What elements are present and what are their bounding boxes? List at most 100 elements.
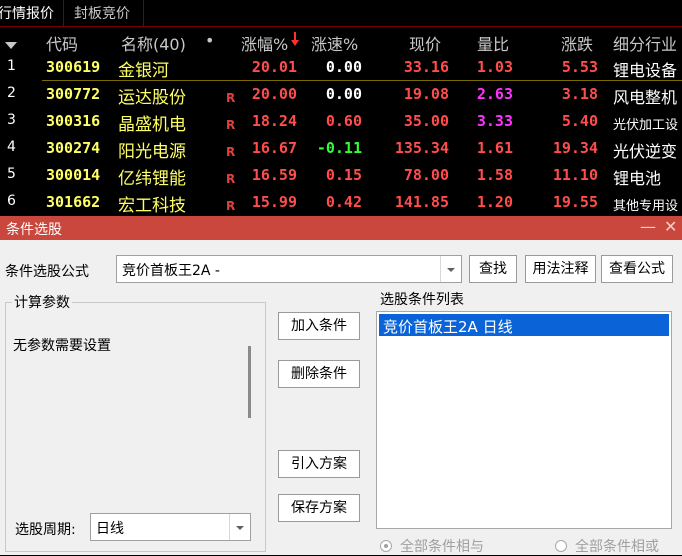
radio-on-icon[interactable] [380, 540, 392, 552]
formula-select[interactable]: 竞价首板王2A - [116, 255, 462, 283]
quote-panel: 行情报价 封板竞价 代码 名称(40) • 涨幅% 涨速% 现价 量比 涨跌 细… [0, 0, 682, 216]
radio-off-icon[interactable] [555, 540, 567, 552]
row-index: 6 [7, 193, 16, 209]
tab-divider [63, 0, 64, 26]
find-button[interactable]: 查找 [469, 255, 517, 283]
industry: 锂电设备 [613, 61, 678, 80]
tab-sealed-auction[interactable]: 封板竞价 [74, 0, 130, 26]
speed-pct: 0.00 [325, 85, 362, 103]
speed-pct: 0.60 [325, 112, 362, 130]
tab-divider [143, 0, 144, 26]
tab-bar: 行情报价 封板竞价 [0, 0, 682, 27]
params-message: 无参数需要设置 [13, 338, 111, 354]
stock-code: 301662 [46, 193, 101, 211]
speed-pct: 0.15 [325, 166, 362, 184]
table-header: 代码 名称(40) • 涨幅% 涨速% 现价 量比 涨跌 细分行业 [0, 27, 682, 55]
change: 5.53 [561, 58, 598, 76]
view-formula-button[interactable]: 查看公式 [601, 255, 673, 283]
speed-pct: -0.11 [316, 139, 362, 157]
delete-condition-button[interactable]: 删除条件 [278, 360, 360, 388]
change-pct: 20.00 [251, 85, 297, 103]
table-row[interactable]: 2 300772 运达股份 R 20.00 0.00 19.08 2.63 3.… [0, 81, 682, 108]
table-row[interactable]: 3 300316 晶盛机电 R 18.24 0.60 35.00 3.33 5.… [0, 108, 682, 135]
col-volume-ratio[interactable]: 量比 [477, 31, 509, 55]
industry: 锂电池 [613, 169, 662, 188]
volume-ratio: 2.63 [476, 85, 513, 103]
change: 3.18 [561, 85, 598, 103]
volume-ratio: 1.20 [476, 193, 513, 211]
import-scheme-button[interactable]: 引入方案 [278, 450, 360, 478]
col-speed[interactable]: 涨速% [311, 31, 358, 55]
row-index: 2 [7, 85, 16, 101]
col-dot: • [205, 31, 215, 50]
stock-code: 300274 [46, 139, 101, 157]
price: 33.16 [403, 58, 449, 76]
add-condition-button[interactable]: 加入条件 [278, 312, 360, 340]
margin-flag: R [226, 172, 236, 186]
industry: 风电整机 [613, 88, 678, 107]
stock-code: 300619 [46, 58, 101, 76]
usage-notes-button[interactable]: 用法注释 [525, 255, 596, 283]
tab-quotes[interactable]: 行情报价 [0, 0, 54, 26]
menu-triangle-icon[interactable] [5, 35, 17, 54]
change: 19.55 [552, 193, 598, 211]
col-change-pct[interactable]: 涨幅% [241, 31, 288, 55]
condition-list-title: 选股条件列表 [380, 292, 464, 308]
col-industry[interactable]: 细分行业 [613, 31, 677, 55]
list-item-label: 竞价首板王2A 日线 [383, 318, 513, 336]
formula-value: 竞价首板王2A - [122, 263, 220, 279]
stock-code: 300772 [46, 85, 101, 103]
row-index: 5 [7, 166, 16, 182]
col-price[interactable]: 现价 [409, 31, 441, 55]
table-row[interactable]: 5 300014 亿纬锂能 R 16.59 0.15 78.00 1.58 11… [0, 162, 682, 189]
change: 5.40 [561, 112, 598, 130]
radio-or[interactable]: 全部条件相或 [555, 536, 675, 555]
change-pct: 18.24 [251, 112, 297, 130]
margin-flag: R [226, 145, 236, 159]
period-value: 日线 [96, 521, 124, 537]
price: 78.00 [403, 166, 449, 184]
change-pct: 16.67 [251, 139, 297, 157]
table-row[interactable]: 6 301662 宏工科技 R 15.99 0.42 141.85 1.20 1… [0, 189, 682, 216]
price: 141.85 [394, 193, 449, 211]
dialog-titlebar[interactable]: 条件选股 — ✕ [0, 216, 682, 240]
col-change[interactable]: 涨跌 [561, 31, 593, 55]
row-index: 4 [7, 139, 16, 155]
margin-flag: R [226, 199, 236, 213]
params-group-title: 计算参数 [12, 292, 72, 312]
change: 11.10 [552, 166, 598, 184]
col-name[interactable]: 名称(40) [121, 31, 186, 55]
col-code[interactable]: 代码 [46, 31, 78, 55]
speed-pct: 0.00 [325, 58, 362, 76]
change-pct: 15.99 [251, 193, 297, 211]
radio-and-label: 全部条件相与 [400, 539, 484, 555]
industry: 其他专用设 [613, 199, 679, 214]
chevron-down-icon[interactable] [229, 514, 250, 540]
list-item[interactable]: 竞价首板王2A 日线 [379, 314, 669, 336]
stock-code: 300316 [46, 112, 101, 130]
volume-ratio: 1.61 [476, 139, 513, 157]
period-select[interactable]: 日线 [90, 513, 251, 541]
radio-or-label: 全部条件相或 [575, 539, 659, 555]
volume-ratio: 1.58 [476, 166, 513, 184]
price: 35.00 [403, 112, 449, 130]
price: 135.34 [394, 139, 449, 157]
condition-listbox[interactable]: 竞价首板王2A 日线 [376, 311, 672, 529]
speed-pct: 0.42 [325, 193, 362, 211]
table-row[interactable]: 1 300619 金银河 20.01 0.00 33.16 1.03 5.53 … [0, 54, 682, 81]
row-index: 1 [7, 58, 16, 74]
change: 19.34 [552, 139, 598, 157]
stock-name: 宏工科技 [118, 196, 186, 216]
save-scheme-button[interactable]: 保存方案 [278, 494, 360, 522]
close-icon[interactable]: ✕ [664, 217, 677, 236]
radio-and[interactable]: 全部条件相与 [380, 536, 500, 555]
formula-label: 条件选股公式 [5, 264, 89, 280]
minimize-icon[interactable]: — [640, 217, 656, 236]
stock-code: 300014 [46, 166, 101, 184]
price: 19.08 [403, 85, 449, 103]
chevron-down-icon[interactable] [440, 256, 461, 282]
industry: 光伏加工设 [613, 118, 679, 133]
params-scrollbar[interactable] [248, 346, 251, 418]
table-row[interactable]: 4 300274 阳光电源 R 16.67 -0.11 135.34 1.61 … [0, 135, 682, 162]
condition-screening-dialog: 条件选股 — ✕ 条件选股公式 竞价首板王2A - 查找 用法注释 查看公式 计… [0, 216, 682, 555]
